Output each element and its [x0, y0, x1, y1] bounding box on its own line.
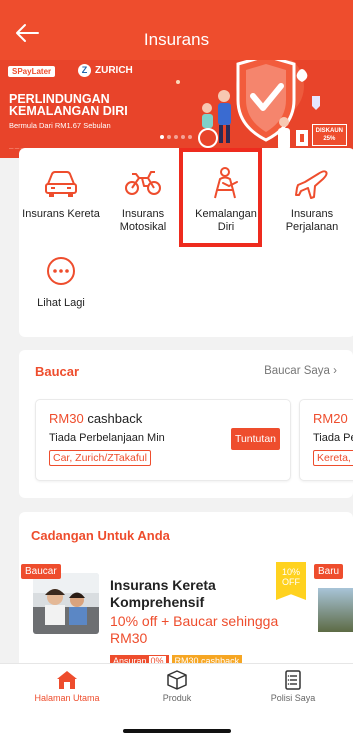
- category-label: Insurans Kereta: [22, 208, 100, 220]
- chevron-right-icon: ›: [333, 365, 337, 377]
- recommendation-section: Cadangan Untuk Anda Insurans Kereta Komp…: [19, 512, 353, 672]
- banner-headline: PERLINDUNGAN KEMALANGAN DIRI: [9, 93, 128, 118]
- voucher-badge: Baucar: [21, 564, 61, 579]
- nav-label: Produk: [162, 693, 192, 703]
- category-see-more[interactable]: Lihat Lagi: [21, 255, 101, 310]
- voucher-tag: Car, Zurich/ZTakaful: [49, 450, 151, 466]
- product-name: Insurans Kereta Komprehensif: [110, 577, 216, 610]
- carousel-indicator: [160, 135, 192, 139]
- category-label: Insurans Perjalanan: [285, 208, 339, 233]
- zurich-label: ZURICH: [95, 65, 133, 76]
- product-card[interactable]: Baru: [314, 562, 353, 672]
- nav-my-policies[interactable]: Polisi Saya: [243, 670, 343, 703]
- nav-home[interactable]: Halaman Utama: [17, 670, 117, 703]
- highlight-box: [179, 148, 262, 247]
- shield-illustration: [176, 60, 320, 150]
- zurich-icon: Z: [78, 64, 91, 77]
- nav-label: Polisi Saya: [270, 693, 316, 703]
- voucher-tag: Kereta,: [313, 450, 353, 466]
- voucher-min-spend: Tiada Perbelanjaan Min: [49, 432, 165, 444]
- banner-subline: Bermula Dari RM1.67 Sebulan: [9, 121, 111, 130]
- voucher-section: Baucar Baucar Saya › RM30 cashback Tiada…: [19, 350, 353, 498]
- category-motorcycle-insurance[interactable]: Insurans Motosikal: [103, 166, 183, 234]
- nav-label: Halaman Utama: [34, 693, 100, 703]
- discount-ribbon: 10% OFF: [276, 562, 306, 600]
- new-badge: Baru: [314, 564, 344, 579]
- page-title: Insurans: [143, 30, 210, 49]
- car-icon: [45, 171, 77, 197]
- nav-products[interactable]: Produk: [127, 670, 227, 703]
- voucher-section-title: Baucar: [35, 364, 80, 379]
- bottom-navigation: Halaman Utama Produk Polisi Saya: [0, 663, 353, 735]
- voucher-card[interactable]: RM30 cashback Tiada Perbelanjaan Min Car…: [35, 399, 291, 481]
- voucher-amount: RM20: [313, 411, 348, 426]
- my-vouchers-link[interactable]: Baucar Saya ›: [264, 365, 337, 377]
- zurich-logo: Z ZURICH: [78, 64, 133, 77]
- voucher-card[interactable]: RM20 Tiada Pe Kereta,: [299, 399, 353, 481]
- more-icon: [47, 257, 75, 285]
- product-description: 10% off + Baucar sehingga RM30: [110, 613, 279, 646]
- category-label: Insurans Motosikal: [119, 208, 167, 233]
- product-card[interactable]: Insurans Kereta Komprehensif 10% off + B…: [19, 562, 308, 672]
- discount-badge: DISKAUN 25%: [311, 124, 347, 146]
- category-label: Lihat Lagi: [37, 297, 85, 309]
- box-icon: [167, 670, 187, 690]
- header-bar: Insurans: [0, 0, 353, 60]
- home-indicator: [123, 729, 231, 733]
- recommendation-title: Cadangan Untuk Anda: [31, 528, 170, 543]
- banner-headline-line2: KEMALANGAN DIRI: [9, 104, 128, 118]
- claim-button[interactable]: Tuntutan: [230, 428, 280, 450]
- product-image: [318, 588, 353, 632]
- category-travel-insurance[interactable]: Insurans Perjalanan: [272, 166, 352, 234]
- category-car-insurance[interactable]: Insurans Kereta: [21, 166, 101, 221]
- home-icon: [57, 671, 77, 689]
- promo-banner[interactable]: SPayLater Z ZURICH PERLINDUNGAN KEMALANG…: [0, 60, 353, 158]
- motorcycle-icon: [125, 171, 161, 195]
- voucher-min-spend: Tiada Pe: [313, 432, 353, 444]
- product-image: [33, 573, 99, 634]
- policy-icon: [285, 670, 301, 690]
- voucher-amount: RM30 cashback: [49, 411, 143, 426]
- spaylater-logo: SPayLater: [8, 66, 56, 77]
- airplane-icon: [295, 170, 328, 199]
